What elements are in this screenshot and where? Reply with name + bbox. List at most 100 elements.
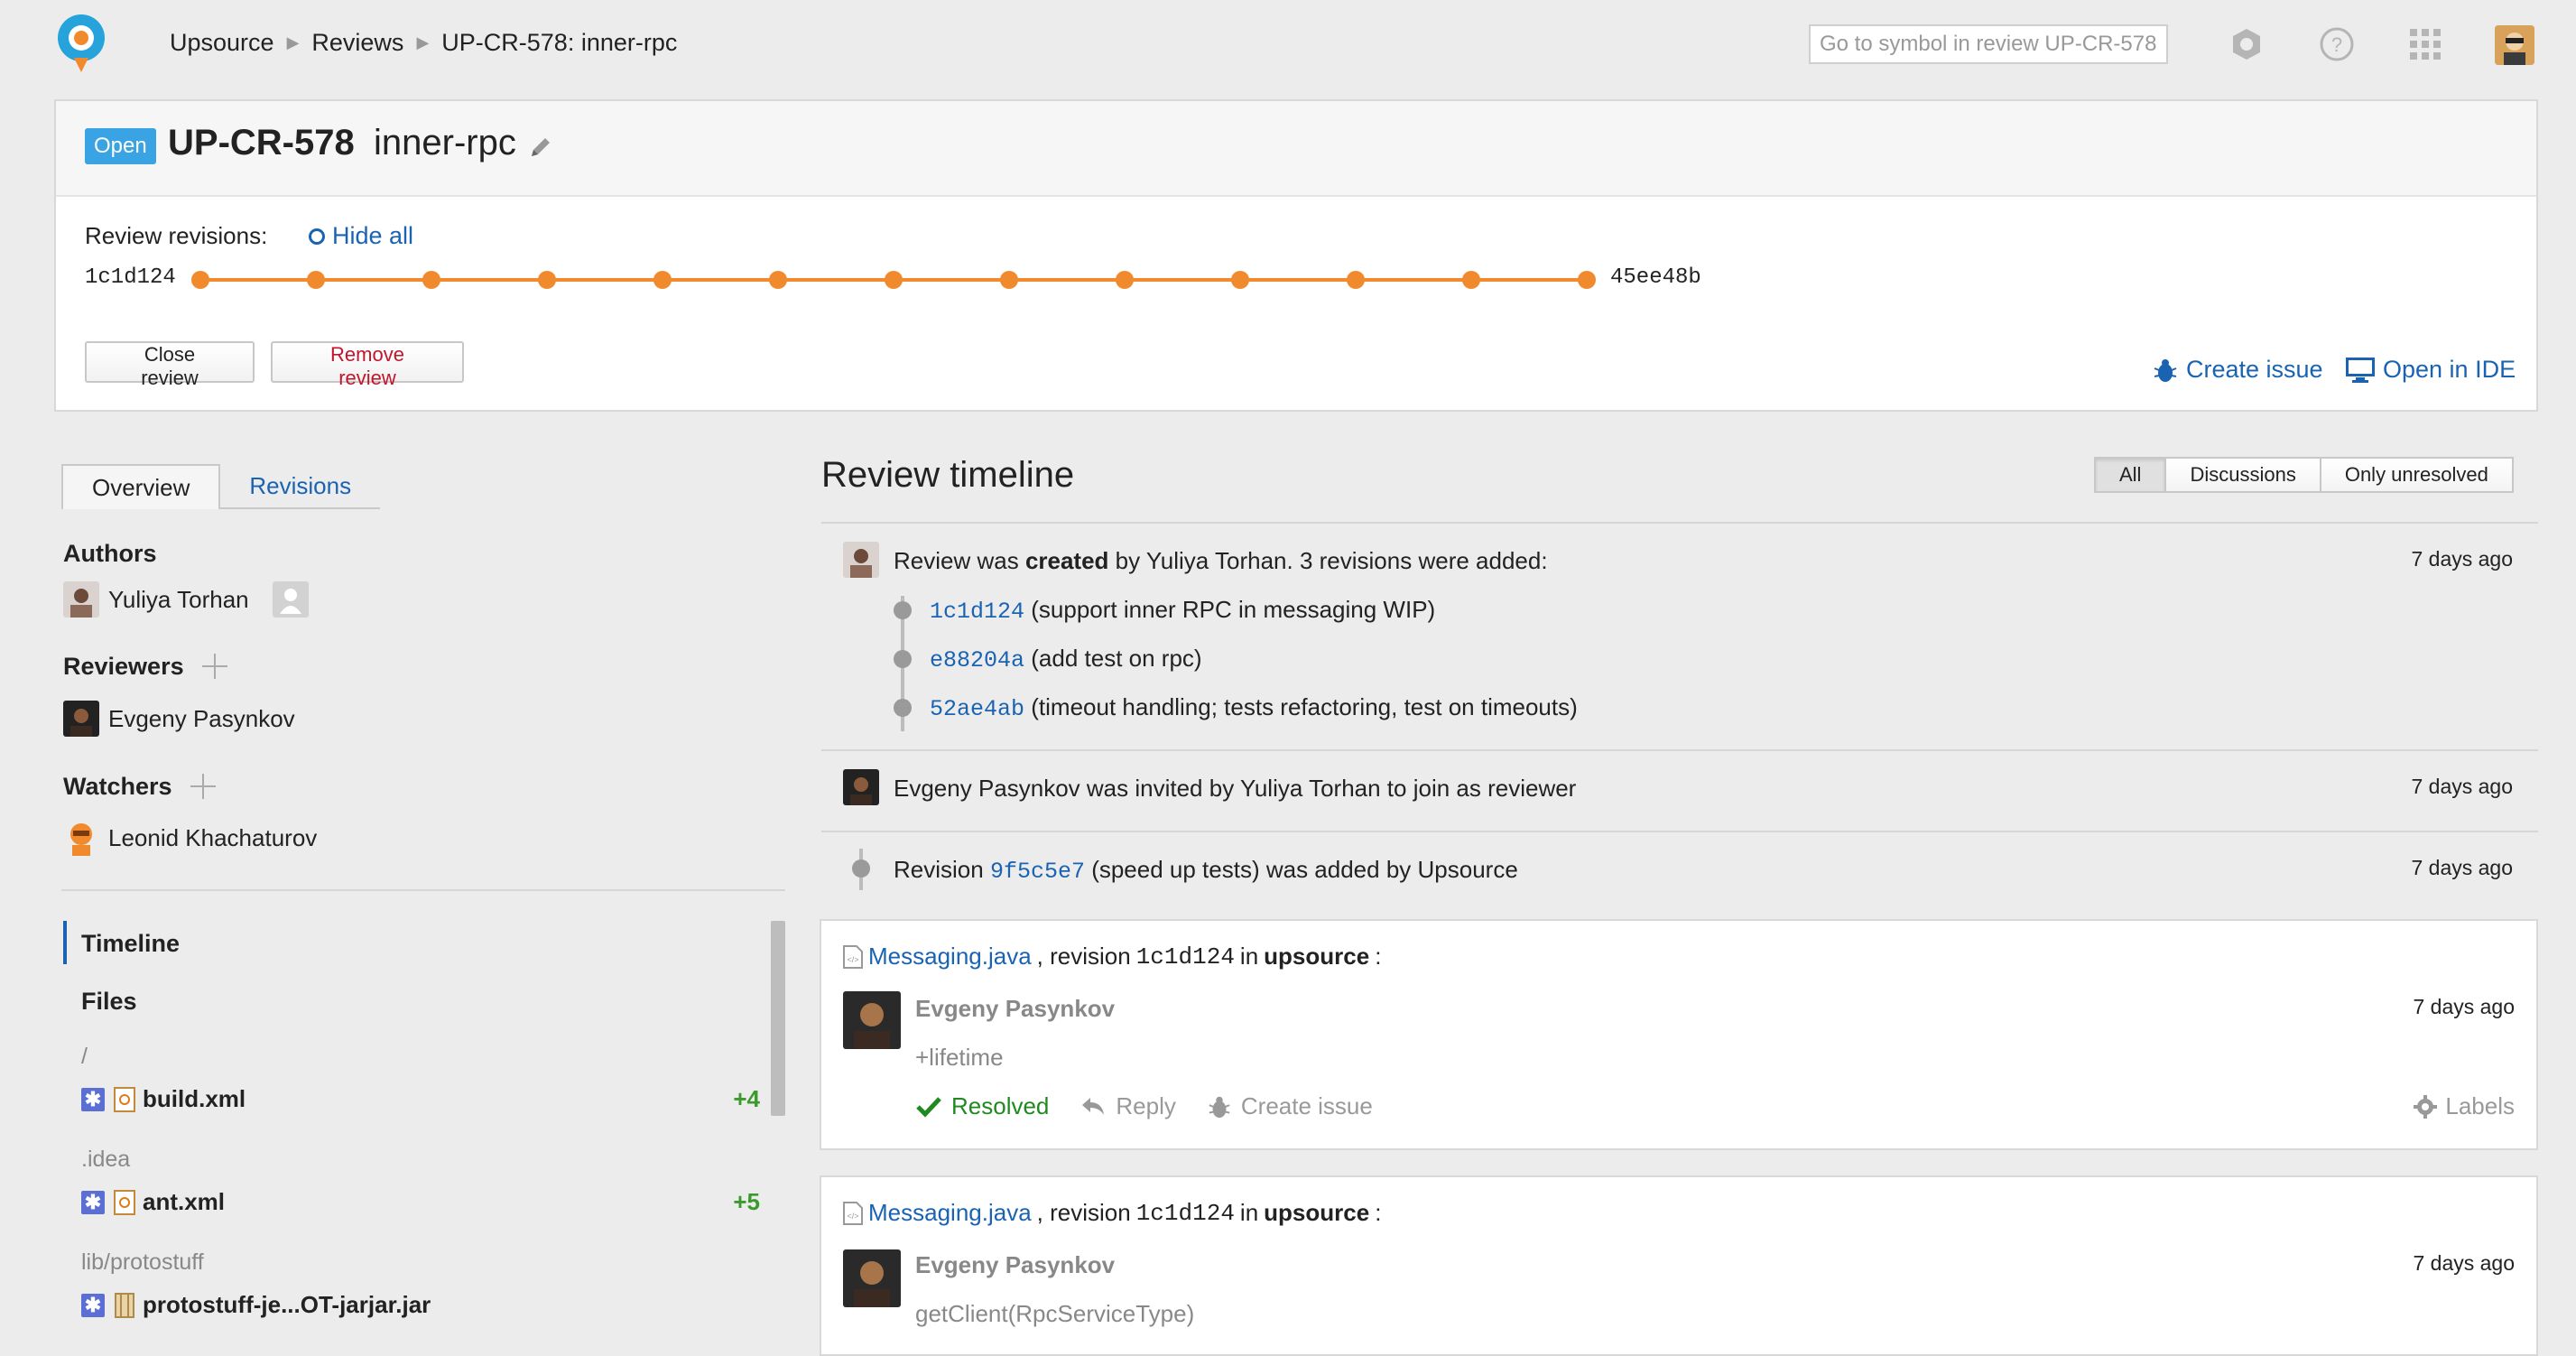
event-text: Review was	[894, 547, 1025, 574]
gear-icon	[2414, 1094, 2438, 1119]
tab-overview[interactable]: Overview	[61, 464, 221, 509]
commit-message: (support inner RPC in messaging WIP)	[1024, 596, 1436, 623]
create-issue-label: Create issue	[1240, 1092, 1373, 1119]
breadcrumb-separator-icon: ▶	[286, 33, 300, 51]
commit-row: 52ae4ab (timeout handling; tests refacto…	[930, 693, 1578, 722]
java-file-icon: </>	[843, 944, 863, 969]
help-icon[interactable]: ?	[2316, 23, 2358, 65]
discussion-file-link[interactable]: Messaging.java	[868, 1199, 1032, 1227]
watchers-heading: Watchers	[63, 772, 218, 801]
commit-hash-link[interactable]: e88204a	[930, 647, 1024, 673]
file-row-build-xml[interactable]: ✱ build.xml +4	[81, 1085, 760, 1113]
discussion-project: upsource	[1264, 943, 1370, 970]
revision-dot[interactable]	[1578, 271, 1596, 289]
tab-revisions[interactable]: Revisions	[220, 464, 381, 509]
timeline-filters: All Discussions Only unresolved	[2094, 457, 2514, 493]
reply-arrow-icon	[1082, 1097, 1105, 1115]
add-author-placeholder-icon[interactable]	[272, 581, 309, 618]
remove-review-button[interactable]: Remove review	[271, 341, 464, 389]
commit-message: (add test on rpc)	[1024, 645, 1202, 672]
breadcrumb-upsource[interactable]: Upsource	[170, 29, 274, 57]
revision-dot[interactable]	[769, 271, 787, 289]
reply-button[interactable]: Reply	[1080, 1092, 1176, 1120]
avatar	[63, 701, 99, 737]
revision-dot[interactable]	[191, 271, 209, 289]
create-issue-button[interactable]: Create issue	[1207, 1092, 1373, 1120]
settings-hex-icon[interactable]	[2226, 23, 2267, 65]
revision-dot[interactable]	[1231, 271, 1249, 289]
filter-discussions[interactable]: Discussions	[2164, 457, 2321, 493]
revision-dot[interactable]	[1000, 271, 1018, 289]
resolved-button[interactable]: Resolved	[915, 1092, 1049, 1120]
file-change-count: +5	[733, 1188, 760, 1215]
commit-hash-link[interactable]: 52ae4ab	[930, 696, 1024, 722]
authors-heading: Authors	[63, 540, 157, 568]
left-divider	[61, 889, 785, 891]
hide-all-label: Hide all	[332, 222, 414, 249]
commit-dot-icon	[894, 601, 912, 619]
filter-only-unresolved[interactable]: Only unresolved	[2319, 457, 2514, 493]
discussion-file-header: </> Messaging.java, revision 1c1d124 in …	[843, 943, 1381, 971]
status-badge: Open	[85, 128, 156, 164]
author-yuliya[interactable]: Yuliya Torhan	[63, 581, 309, 618]
apps-grid-icon[interactable]	[2405, 23, 2446, 65]
comment-time: 7 days ago	[2413, 995, 2515, 1018]
revision-dot[interactable]	[422, 271, 440, 289]
checkmark-icon	[916, 1096, 941, 1118]
watcher-leonid[interactable]: Leonid Khachaturov	[63, 820, 317, 856]
event-time: 7 days ago	[2411, 775, 2513, 798]
add-watcher-plus-icon[interactable]	[189, 772, 218, 801]
discussion-revision: 1c1d124	[1135, 943, 1235, 971]
revision-dot[interactable]	[1347, 271, 1365, 289]
timeline-divider	[821, 522, 2538, 524]
event-revision-added: Revision 9f5c5e7 (speed up tests) was ad…	[894, 856, 1518, 885]
user-avatar[interactable]	[2495, 25, 2534, 65]
discussion-revision: 1c1d124	[1135, 1199, 1235, 1227]
dir-label: .idea	[81, 1147, 131, 1172]
first-revision[interactable]: 1c1d124	[85, 265, 176, 290]
labels-button[interactable]: Labels	[2413, 1092, 2515, 1120]
new-file-icon: ✱	[81, 1087, 105, 1111]
top-bar: Upsource ▶ Reviews ▶ UP-CR-578: inner-rp…	[0, 0, 2576, 90]
breadcrumb-reviews[interactable]: Reviews	[311, 29, 403, 57]
symbol-search-input[interactable]	[1809, 24, 2168, 64]
event-text: Revision	[894, 856, 990, 883]
file-row-protostuff-jar[interactable]: ✱ protostuff-je...OT-jarjar.jar	[81, 1291, 760, 1319]
file-list-scrollbar[interactable]	[771, 921, 785, 1116]
nav-files[interactable]: Files	[81, 988, 137, 1016]
pencil-icon[interactable]	[527, 134, 554, 161]
commit-hash-link[interactable]: 1c1d124	[930, 599, 1024, 625]
monitor-icon	[2346, 357, 2375, 383]
revision-dot[interactable]	[1462, 271, 1480, 289]
comment-author: Evgeny Pasynkov	[915, 1251, 1116, 1278]
revision-dot[interactable]	[538, 271, 556, 289]
review-id: UP-CR-578	[168, 123, 355, 163]
revision-dot[interactable]	[1116, 271, 1134, 289]
commit-dot-icon	[894, 650, 912, 668]
hide-all-toggle[interactable]: Hide all	[309, 222, 413, 250]
reviewer-evgeny[interactable]: Evgeny Pasynkov	[63, 701, 295, 737]
avatar	[843, 542, 879, 578]
discussion-file-link[interactable]: Messaging.java	[868, 943, 1032, 971]
last-revision[interactable]: 45ee48b	[1610, 265, 1701, 290]
close-review-button[interactable]: Close review	[85, 341, 255, 389]
revision-dot[interactable]	[307, 271, 325, 289]
open-in-ide-label: Open in IDE	[2383, 356, 2516, 383]
revision-dot[interactable]	[653, 271, 672, 289]
revision-dot[interactable]	[885, 271, 903, 289]
file-row-ant-xml[interactable]: ✱ ant.xml +5	[81, 1188, 760, 1216]
commit-row: e88204a (add test on rpc)	[930, 645, 1202, 673]
revision-hash-link[interactable]: 9f5c5e7	[990, 859, 1085, 885]
create-issue-link[interactable]: Create issue	[2152, 356, 2323, 384]
filter-all[interactable]: All	[2094, 457, 2167, 493]
discussion-file-header: </> Messaging.java, revision 1c1d124 in …	[843, 1199, 1381, 1227]
nav-timeline[interactable]: Timeline	[81, 930, 180, 958]
upsource-logo-icon[interactable]	[54, 14, 110, 74]
create-issue-label: Create issue	[2186, 356, 2323, 383]
add-reviewer-plus-icon[interactable]	[200, 652, 229, 681]
reply-label: Reply	[1116, 1092, 1176, 1119]
xml-file-icon	[114, 1189, 135, 1215]
comment-actions: Resolved Reply Create issue	[915, 1092, 1373, 1120]
reviewer-name: Evgeny Pasynkov	[108, 704, 295, 732]
open-in-ide-link[interactable]: Open in IDE	[2345, 356, 2516, 384]
